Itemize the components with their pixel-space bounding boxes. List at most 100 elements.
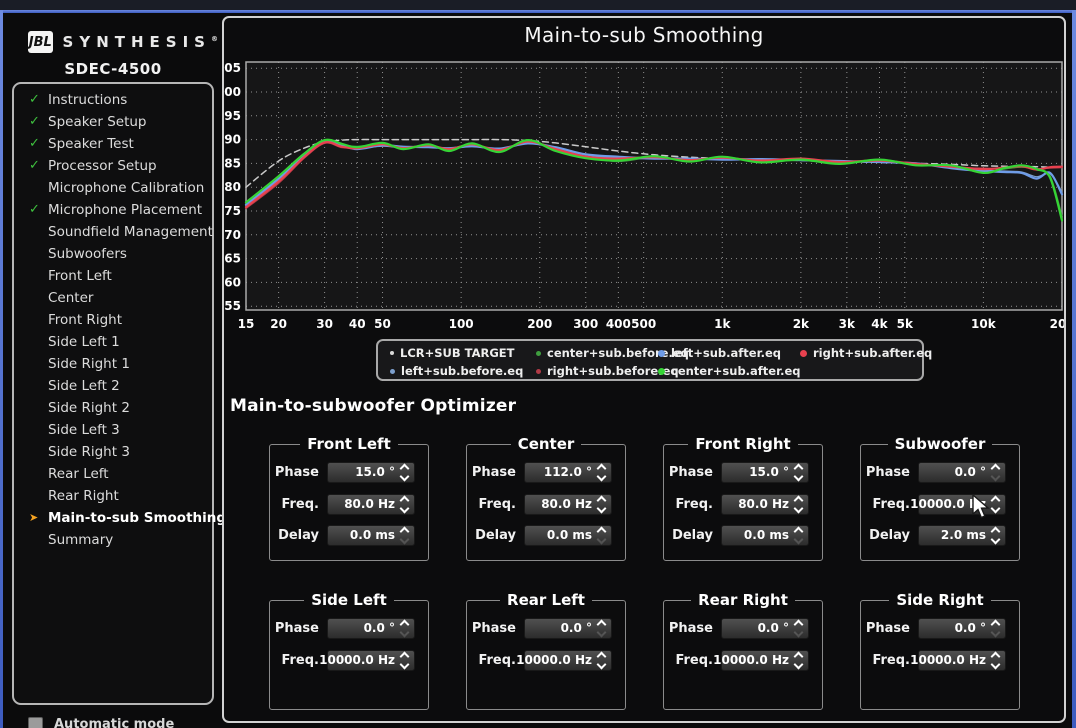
spinner-up-icon[interactable] bbox=[598, 653, 605, 660]
sidebar-item-rear-right[interactable]: Rear Right bbox=[14, 485, 212, 507]
spinner-down-icon[interactable] bbox=[598, 661, 605, 668]
panel-title: Side Right bbox=[889, 592, 990, 608]
phase-input[interactable]: 0.0 ° bbox=[721, 618, 809, 639]
spinner-down-icon[interactable] bbox=[598, 629, 605, 636]
sidebar-item-subwoofers[interactable]: Subwoofers bbox=[14, 243, 212, 265]
spinner-control[interactable] bbox=[594, 620, 610, 637]
delay-input[interactable]: 0.0 ms bbox=[721, 525, 809, 546]
spinner-control[interactable] bbox=[791, 620, 807, 637]
spinner-down-icon[interactable] bbox=[401, 536, 408, 543]
phase-input[interactable]: 112.0 ° bbox=[524, 462, 612, 483]
sidebar-item-side-left-3[interactable]: Side Left 3 bbox=[14, 419, 212, 441]
spinner-control[interactable] bbox=[397, 464, 413, 481]
spinner-down-icon[interactable] bbox=[401, 505, 408, 512]
sidebar-item-summary[interactable]: Summary bbox=[14, 529, 212, 551]
spinner-up-icon[interactable] bbox=[992, 497, 999, 504]
spinner-up-icon[interactable] bbox=[598, 497, 605, 504]
frequency-response-chart: 5560657075808590951001051520304050100200… bbox=[224, 52, 1064, 336]
sidebar-item-speaker-setup[interactable]: ✓Speaker Setup bbox=[14, 111, 212, 133]
svg-text:2k: 2k bbox=[793, 317, 810, 331]
spinner-control[interactable] bbox=[397, 620, 413, 637]
freq-input[interactable]: 10000.0 Hz bbox=[327, 650, 415, 671]
spinner-down-icon[interactable] bbox=[401, 661, 408, 668]
freq-input[interactable]: 80.0 Hz bbox=[524, 494, 612, 515]
spinner-down-icon[interactable] bbox=[598, 473, 605, 480]
sidebar-item-label: Center bbox=[48, 290, 93, 306]
field-label: Freq. bbox=[466, 494, 516, 515]
spinner-down-icon[interactable] bbox=[401, 473, 408, 480]
spinner-control[interactable] bbox=[594, 652, 610, 669]
sidebar-item-front-left[interactable]: Front Left bbox=[14, 265, 212, 287]
phase-input[interactable]: 0.0 ° bbox=[918, 462, 1006, 483]
sidebar-item-main-to-sub-smoothing[interactable]: ➤Main-to-sub Smoothing bbox=[14, 507, 212, 529]
phase-input[interactable]: 15.0 ° bbox=[721, 462, 809, 483]
spinner-control[interactable] bbox=[988, 652, 1004, 669]
spinner-down-icon[interactable] bbox=[401, 629, 408, 636]
spinner-control[interactable] bbox=[791, 527, 807, 544]
spinner-control[interactable] bbox=[594, 496, 610, 513]
sidebar-item-side-right-2[interactable]: Side Right 2 bbox=[14, 397, 212, 419]
freq-input[interactable]: 10000.0 Hz bbox=[524, 650, 612, 671]
spinner-control[interactable] bbox=[791, 652, 807, 669]
sidebar-item-side-left-1[interactable]: Side Left 1 bbox=[14, 331, 212, 353]
spinner-control[interactable] bbox=[791, 496, 807, 513]
freq-input[interactable]: 10000.0 Hz bbox=[721, 650, 809, 671]
spinner-down-icon[interactable] bbox=[795, 536, 802, 543]
phase-input[interactable]: 15.0 ° bbox=[327, 462, 415, 483]
field-label: Freq. bbox=[466, 650, 516, 671]
spinner-down-icon[interactable] bbox=[795, 661, 802, 668]
spinner-down-icon[interactable] bbox=[795, 473, 802, 480]
sidebar-item-soundfield-management[interactable]: Soundfield Management bbox=[14, 221, 212, 243]
spinner-control[interactable] bbox=[397, 652, 413, 669]
freq-input[interactable]: 80.0 Hz bbox=[327, 494, 415, 515]
spinner-control[interactable] bbox=[988, 464, 1004, 481]
freq-input[interactable]: 80.0 Hz bbox=[721, 494, 809, 515]
spinner-down-icon[interactable] bbox=[598, 536, 605, 543]
delay-input[interactable]: 0.0 ms bbox=[327, 525, 415, 546]
spinner-control[interactable] bbox=[791, 464, 807, 481]
spinner-down-icon[interactable] bbox=[992, 505, 999, 512]
panel-title: Side Left bbox=[304, 592, 394, 608]
spinner-up-icon[interactable] bbox=[795, 497, 802, 504]
sidebar-item-side-right-1[interactable]: Side Right 1 bbox=[14, 353, 212, 375]
freq-input[interactable]: 10000.0 Hz bbox=[918, 650, 1006, 671]
spinner-down-icon[interactable] bbox=[795, 505, 802, 512]
spinner-up-icon[interactable] bbox=[795, 653, 802, 660]
spinner-down-icon[interactable] bbox=[992, 536, 999, 543]
spinner-control[interactable] bbox=[988, 527, 1004, 544]
sidebar-item-rear-left[interactable]: Rear Left bbox=[14, 463, 212, 485]
spinner-up-icon[interactable] bbox=[401, 497, 408, 504]
spinner-control[interactable] bbox=[988, 620, 1004, 637]
spinner-down-icon[interactable] bbox=[598, 505, 605, 512]
sidebar-item-microphone-placement[interactable]: ✓Microphone Placement bbox=[14, 199, 212, 221]
legend-dot-icon bbox=[800, 350, 807, 357]
delay-input[interactable]: 0.0 ms bbox=[524, 525, 612, 546]
sidebar-item-instructions[interactable]: ✓Instructions bbox=[14, 89, 212, 111]
phase-input[interactable]: 0.0 ° bbox=[524, 618, 612, 639]
delay-input[interactable]: 2.0 ms bbox=[918, 525, 1006, 546]
spinner-control[interactable] bbox=[594, 527, 610, 544]
spinner-up-icon[interactable] bbox=[401, 653, 408, 660]
sidebar-item-speaker-test[interactable]: ✓Speaker Test bbox=[14, 133, 212, 155]
sidebar-item-side-left-2[interactable]: Side Left 2 bbox=[14, 375, 212, 397]
spinner-down-icon[interactable] bbox=[992, 629, 999, 636]
sidebar-item-label: Soundfield Management bbox=[48, 224, 213, 240]
phase-input[interactable]: 0.0 ° bbox=[327, 618, 415, 639]
spinner-up-icon[interactable] bbox=[992, 653, 999, 660]
page-title: Main-to-sub Smoothing bbox=[224, 23, 1064, 47]
spinner-control[interactable] bbox=[594, 464, 610, 481]
automatic-mode-checkbox[interactable] bbox=[28, 717, 43, 728]
sidebar-item-processor-setup[interactable]: ✓Processor Setup bbox=[14, 155, 212, 177]
spinner-down-icon[interactable] bbox=[992, 661, 999, 668]
spinner-control[interactable] bbox=[397, 496, 413, 513]
sidebar-item-side-right-3[interactable]: Side Right 3 bbox=[14, 441, 212, 463]
panel-title: Center bbox=[511, 436, 582, 452]
phase-input[interactable]: 0.0 ° bbox=[918, 618, 1006, 639]
spinner-control[interactable] bbox=[397, 527, 413, 544]
sidebar-item-front-right[interactable]: Front Right bbox=[14, 309, 212, 331]
sidebar-item-microphone-calibration[interactable]: Microphone Calibration bbox=[14, 177, 212, 199]
sidebar-item-center[interactable]: Center bbox=[14, 287, 212, 309]
spinner-down-icon[interactable] bbox=[795, 629, 802, 636]
spinner-down-icon[interactable] bbox=[992, 473, 999, 480]
freq-input[interactable]: 10000.0 Hz bbox=[918, 494, 1006, 515]
